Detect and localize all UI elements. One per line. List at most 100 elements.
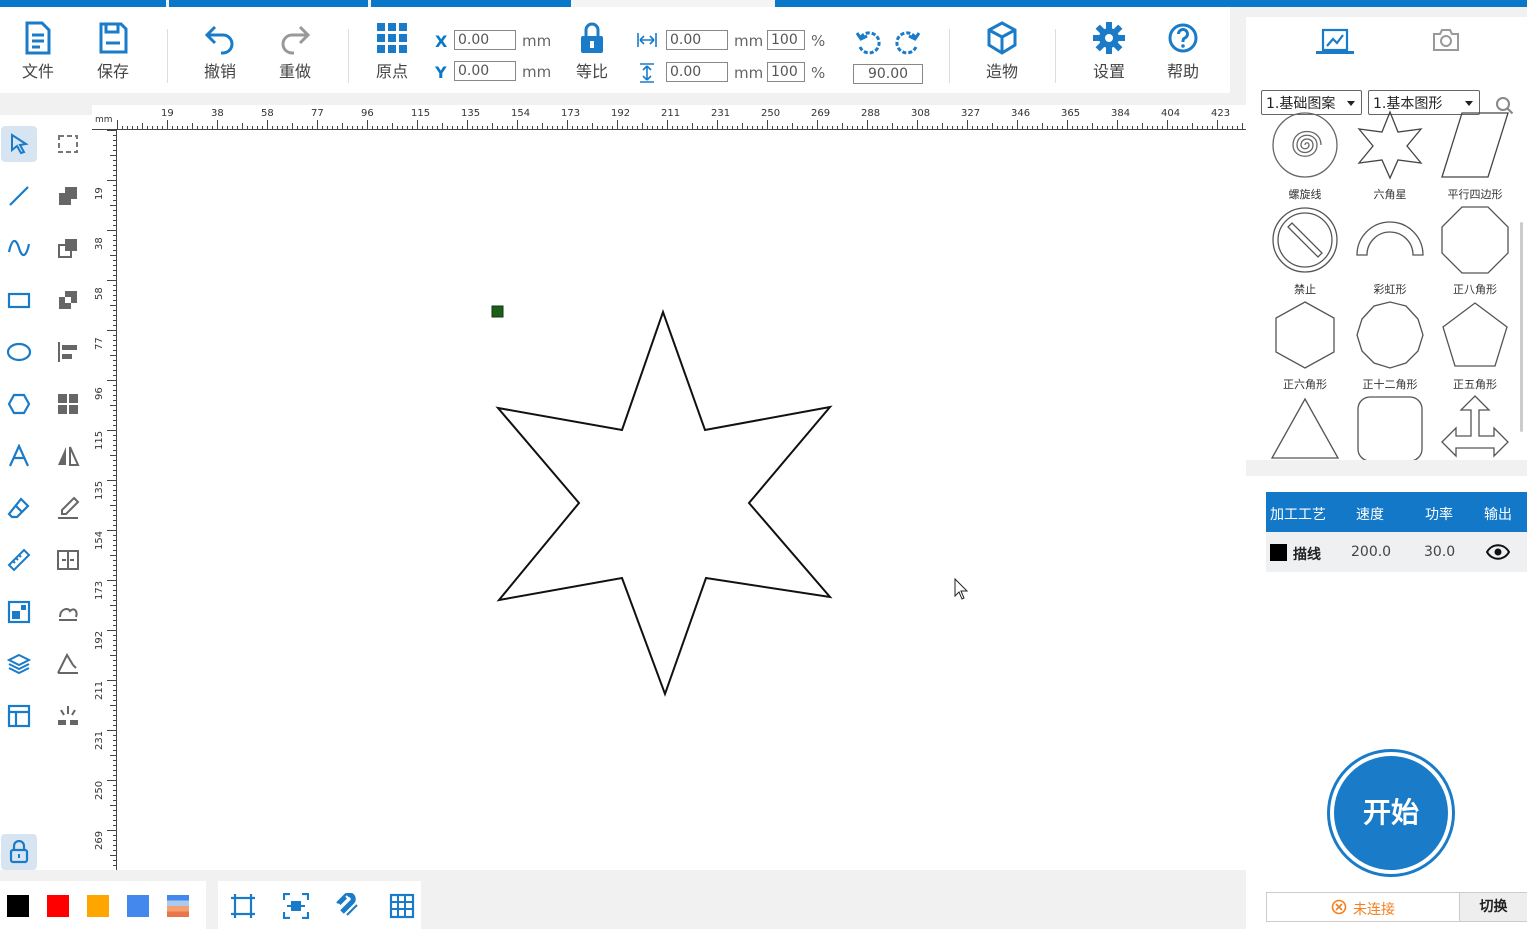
sign-tool[interactable] — [50, 490, 86, 526]
eraser-tool[interactable] — [1, 490, 37, 526]
ruler-tick-label: 250 — [761, 108, 780, 119]
switch-connection-button[interactable]: 切换 — [1459, 893, 1527, 921]
layer-process[interactable]: 描线 — [1293, 544, 1321, 564]
origin-marker[interactable] — [491, 305, 504, 318]
redo-button[interactable]: 重做 — [265, 13, 325, 83]
array-tool[interactable] — [50, 386, 86, 422]
measure-tool[interactable] — [1, 542, 37, 578]
ruler-tick-label: 211 — [94, 681, 105, 700]
pen-sign-icon — [58, 496, 80, 519]
forbidden-icon — [1272, 207, 1338, 273]
node-edit-tool[interactable] — [50, 126, 86, 162]
shape-pentagon[interactable]: 正五角形 — [1435, 300, 1515, 392]
height-input[interactable] — [666, 62, 728, 82]
width-percent-input[interactable] — [767, 30, 805, 50]
help-button[interactable]: 帮助 — [1153, 13, 1213, 83]
origin-button[interactable]: 原点 — [362, 13, 422, 83]
distribute-tool[interactable] — [50, 542, 86, 578]
panel-divider — [1246, 460, 1527, 476]
laser-tool[interactable] — [50, 698, 86, 734]
grid-origin-icon — [377, 23, 407, 53]
save-icon — [99, 22, 128, 54]
save-button[interactable]: 保存 — [83, 13, 143, 83]
swatch-orange[interactable] — [87, 895, 109, 917]
rotate-left-icon[interactable] — [855, 29, 883, 57]
text-tool[interactable] — [1, 438, 37, 474]
dodecagon-icon — [1356, 301, 1424, 369]
shape-octagon[interactable]: 正八角形 — [1435, 205, 1515, 297]
three-way-arrow-icon[interactable] — [1440, 394, 1510, 460]
mirror-tool[interactable] — [50, 438, 86, 474]
height-percent-input[interactable] — [767, 62, 805, 82]
fit-selection-icon[interactable] — [283, 893, 309, 919]
ruler-tick-label: 365 — [1061, 108, 1080, 119]
width-unit: mm — [734, 32, 764, 50]
camera-icon[interactable] — [1432, 27, 1460, 53]
intersect-tool[interactable] — [50, 282, 86, 318]
shape-rainbow[interactable]: 彩虹形 — [1350, 205, 1430, 297]
six-point-star-shape[interactable] — [495, 308, 833, 697]
x-position-input[interactable] — [454, 30, 516, 50]
grid-icon[interactable] — [389, 893, 415, 919]
shape-parallelogram[interactable]: 平行四边形 — [1435, 110, 1515, 202]
align-tool[interactable] — [50, 334, 86, 370]
proportional-lock-button[interactable]: 等比 — [562, 13, 622, 83]
select-tool[interactable] — [1, 126, 37, 162]
fill-tool[interactable] — [50, 646, 86, 682]
undo-button[interactable]: 撤销 — [190, 13, 250, 83]
layer-power[interactable]: 30.0 — [1424, 544, 1455, 560]
create-button[interactable]: 造物 — [972, 13, 1032, 83]
lock-canvas-tool[interactable] — [1, 834, 37, 870]
ruler-tick-label: 38 — [94, 237, 105, 250]
swatch-gradient[interactable] — [167, 895, 189, 917]
file-button[interactable]: 文件 — [8, 13, 68, 83]
canvas-drawing — [491, 305, 969, 697]
offset-tool[interactable] — [50, 594, 86, 630]
y-position-input[interactable] — [454, 61, 516, 81]
shape-forbidden[interactable]: 禁止 — [1265, 205, 1345, 297]
layer-speed[interactable]: 200.0 — [1351, 544, 1391, 560]
swatch-red[interactable] — [47, 895, 69, 917]
design-canvas[interactable] — [117, 130, 1246, 870]
layout-tool[interactable] — [1, 698, 37, 734]
connection-bar: 未连接 切换 — [1266, 892, 1527, 922]
table-row[interactable]: 描线 200.0 30.0 — [1266, 532, 1527, 572]
eye-icon[interactable] — [1486, 543, 1510, 561]
width-input[interactable] — [666, 30, 728, 50]
union-tool[interactable] — [50, 178, 86, 214]
horizontal-ruler-ticks: 19 38 58 77 96 115 135 154 173 192 211 231 250 269 288… — [92, 108, 1246, 130]
library-scrollbar[interactable] — [1520, 222, 1523, 432]
rectangle-tool[interactable] — [1, 282, 37, 318]
rounded-square-icon[interactable] — [1355, 394, 1425, 460]
rotate-right-icon[interactable] — [893, 29, 921, 57]
shape-hexagram[interactable]: 六角星 — [1350, 110, 1430, 202]
swatch-black[interactable] — [7, 895, 29, 917]
fit-page-icon[interactable] — [230, 893, 256, 919]
shape-hexagon[interactable]: 正六角形 — [1265, 300, 1345, 392]
ruler-tick-label: 423 — [1211, 108, 1230, 119]
curve-tool[interactable] — [1, 230, 37, 266]
swatch-blue[interactable] — [127, 895, 149, 917]
array-icon — [58, 394, 78, 414]
image-tool[interactable] — [1, 594, 37, 630]
tab-strip[interactable] — [0, 0, 1527, 7]
ruler-tick-label: 308 — [911, 108, 930, 119]
start-button[interactable]: 开始 — [1334, 756, 1448, 870]
subtract-tool[interactable] — [50, 230, 86, 266]
ellipse-tool[interactable] — [1, 334, 37, 370]
tab-divider — [166, 0, 169, 7]
layer-color-swatch[interactable] — [1270, 544, 1287, 561]
line-tool[interactable] — [1, 178, 37, 214]
shape-dodecagon[interactable]: 正十二角形 — [1350, 300, 1430, 392]
polygon-tool[interactable] — [1, 386, 37, 422]
magnet-snap-icon[interactable] — [335, 893, 361, 919]
x-unit: mm — [522, 32, 552, 50]
ruler-tick-label: 77 — [311, 108, 324, 119]
settings-button[interactable]: 设置 — [1079, 13, 1139, 83]
shape-spiral[interactable]: 螺旋线 — [1265, 110, 1345, 202]
layers-tool[interactable] — [1, 646, 37, 682]
triangle-icon[interactable] — [1270, 394, 1340, 460]
rotation-input[interactable] — [853, 64, 923, 84]
parallelogram-icon — [1441, 112, 1509, 178]
tab-active[interactable] — [571, 0, 775, 7]
